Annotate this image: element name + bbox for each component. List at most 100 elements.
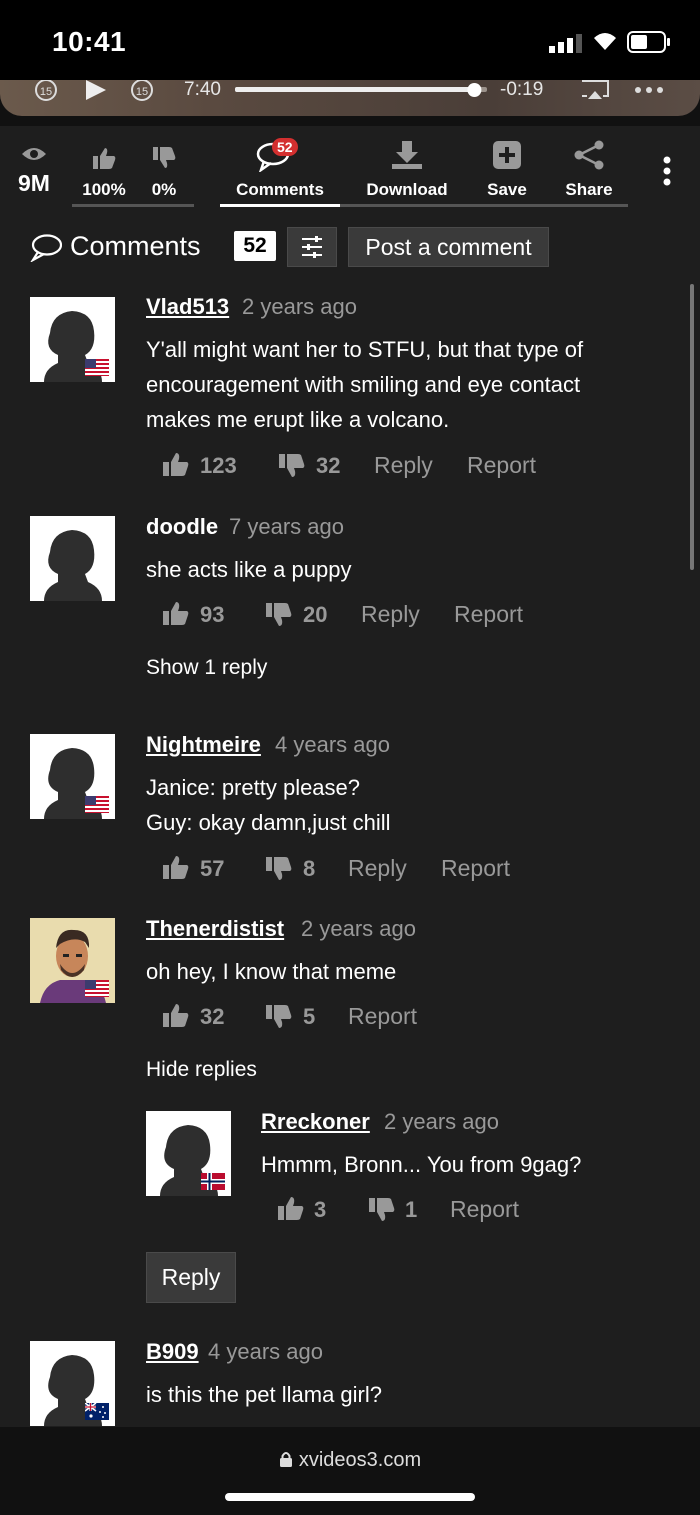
comment-author[interactable]: Vlad513 (146, 294, 229, 320)
download-button[interactable]: Download (358, 140, 456, 200)
comment-author[interactable]: Nightmeire (146, 732, 261, 758)
comment-author[interactable]: Thenerdistist (146, 916, 284, 942)
thumbs-up-icon[interactable] (162, 854, 190, 880)
comment-text: she acts like a puppy (146, 552, 351, 587)
seek-progress (235, 87, 475, 92)
share-label: Share (565, 180, 613, 199)
hide-replies-link[interactable]: Hide replies (146, 1058, 257, 1082)
reply-link[interactable]: Reply (374, 452, 433, 479)
scrollbar[interactable] (690, 284, 694, 570)
clock: 10:41 (52, 26, 127, 57)
share-icon (574, 140, 604, 170)
report-link[interactable]: Report (467, 452, 536, 479)
skip-forward-icon[interactable]: 15 (131, 80, 153, 101)
like-count: 57 (200, 856, 225, 881)
tab-comments[interactable]: 52 Comments (224, 138, 336, 200)
report-link[interactable]: Report (441, 855, 510, 882)
comment-line: Janice: pretty please? (146, 775, 361, 800)
avatar[interactable] (30, 734, 115, 819)
avatar[interactable] (30, 1341, 115, 1426)
skip-back-icon[interactable]: 15 (35, 80, 57, 101)
share-button[interactable]: Share (560, 140, 618, 200)
report-link[interactable]: Report (450, 1196, 519, 1223)
comment-line: makes me erupt like a volcano. (146, 407, 450, 432)
post-comment-button[interactable]: Post a comment (348, 227, 549, 267)
like-count: 3 (314, 1197, 327, 1222)
sliders-icon (302, 236, 322, 258)
comment-line: Guy: okay damn,just chill (146, 810, 391, 835)
comment-line: Hmmm, Bronn... You from 9gag? (261, 1152, 582, 1177)
url-display[interactable]: xvideos3.com (0, 1449, 700, 1472)
comment-text: Hmmm, Bronn... You from 9gag? (261, 1147, 581, 1182)
sort-filter-button[interactable] (287, 227, 337, 267)
comment-date: 2 years ago (242, 294, 357, 319)
avatar[interactable] (30, 297, 115, 382)
like-count: 123 (200, 453, 237, 478)
avatar[interactable] (30, 516, 115, 601)
remaining-time: -0:19 (500, 79, 544, 100)
dislike-count: 32 (316, 453, 341, 478)
reply-link[interactable]: Reply (361, 601, 420, 628)
report-link[interactable]: Report (348, 1003, 417, 1030)
thumbs-up-icon[interactable] (162, 451, 190, 477)
like-count: 93 (200, 602, 225, 627)
dislike-button[interactable]: 0% (142, 146, 186, 200)
home-indicator[interactable] (225, 1493, 475, 1501)
comment-date: 2 years ago (384, 1109, 499, 1134)
dislike-count: 1 (405, 1197, 418, 1222)
dislike-percent: 0% (151, 180, 177, 199)
save-button[interactable]: Save (478, 140, 536, 200)
active-tab-indicator (220, 204, 340, 207)
play-icon[interactable] (86, 80, 106, 100)
dislike-count: 5 (303, 1004, 316, 1029)
player-control-icons: 15 15 (35, 80, 663, 101)
norway-flag-icon (201, 1173, 225, 1190)
tabs-divider (340, 204, 628, 207)
plus-square-icon (493, 141, 521, 169)
comment-author[interactable]: B909 (146, 1339, 199, 1365)
like-count: 32 (200, 1004, 225, 1029)
dislike-count: 8 (303, 856, 316, 881)
avatar[interactable] (30, 918, 115, 1003)
airplay-icon[interactable] (582, 80, 609, 99)
comment-author[interactable]: Rreckoner (261, 1109, 370, 1135)
thumbs-down-icon[interactable] (265, 602, 293, 628)
comment-date: 4 years ago (275, 732, 390, 757)
kebab-menu-icon[interactable] (662, 156, 672, 186)
comment-text: is this the pet llama girl? (146, 1377, 382, 1412)
comments-count: 52 (234, 231, 276, 261)
reply-button[interactable]: Reply (146, 1252, 236, 1303)
show-replies-link[interactable]: Show 1 reply (146, 656, 267, 680)
thumbs-up-icon (93, 148, 116, 169)
thumbs-down-icon[interactable] (265, 856, 293, 882)
more-icon[interactable] (635, 87, 663, 93)
wifi-icon (594, 33, 616, 50)
like-button[interactable]: 100% (76, 146, 132, 200)
thumbs-up-icon[interactable] (162, 600, 190, 626)
seek-knob[interactable] (467, 83, 482, 97)
thumbs-down-icon[interactable] (265, 1004, 293, 1030)
us-flag-icon (85, 980, 109, 997)
comment-line: is this the pet llama girl? (146, 1382, 382, 1407)
rating-bar (72, 204, 194, 207)
views-stat: 9M (14, 146, 54, 197)
lock-icon (279, 1452, 292, 1467)
comment-date: 7 years ago (229, 514, 344, 539)
thumbs-down-icon (153, 147, 176, 168)
comment-line: Y'all might want her to STFU, but that t… (146, 337, 584, 362)
save-label: Save (487, 180, 527, 199)
default-avatar-icon (44, 530, 102, 601)
thumbs-down-icon[interactable] (368, 1197, 396, 1223)
eye-icon (22, 148, 46, 160)
comment-date: 4 years ago (208, 1339, 323, 1364)
thumbs-up-icon[interactable] (162, 1002, 190, 1028)
report-link[interactable]: Report (454, 601, 523, 628)
avatar[interactable] (146, 1111, 231, 1196)
thumbs-up-icon[interactable] (277, 1195, 305, 1221)
thumbs-down-icon[interactable] (278, 453, 306, 479)
reply-link[interactable]: Reply (348, 855, 407, 882)
comment-text: Y'all might want her to STFU, but that t… (146, 332, 583, 437)
tab-comments-label: Comments (236, 180, 324, 199)
us-flag-icon (85, 796, 109, 813)
us-flag-icon (85, 359, 109, 376)
